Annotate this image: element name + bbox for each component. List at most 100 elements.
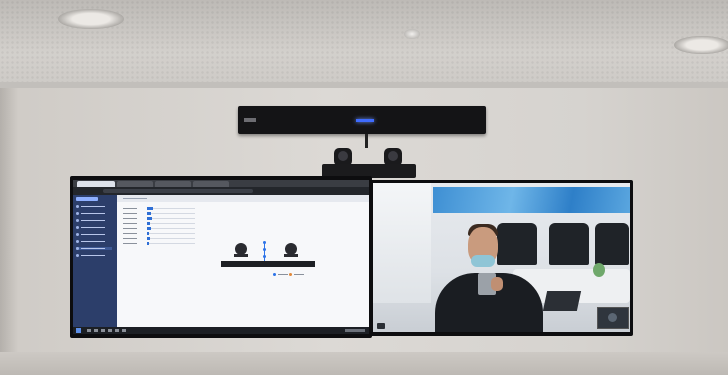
sidebar-item[interactable] <box>76 212 112 215</box>
row-track <box>147 243 195 244</box>
row-level-bar <box>147 237 150 240</box>
camera-lens <box>338 151 348 161</box>
sound-bar-icon[interactable] <box>221 261 315 267</box>
sidebar-item[interactable] <box>76 233 112 236</box>
device-list-row[interactable] <box>123 227 197 230</box>
sidebar-item-icon <box>76 205 79 208</box>
taskbar-app-icon[interactable] <box>101 329 105 332</box>
row-label <box>123 238 137 239</box>
sidebar-item-label <box>81 220 105 221</box>
sidebar-item-label <box>81 248 105 249</box>
diagram-node[interactable] <box>263 255 266 258</box>
os-taskbar <box>73 327 369 334</box>
taskbar-app-icon[interactable] <box>115 329 119 332</box>
chair <box>497 223 537 265</box>
row-level-bar <box>147 217 152 220</box>
row-label <box>123 223 137 224</box>
row-label <box>123 233 137 234</box>
app-logo <box>76 197 98 201</box>
device-list-row[interactable] <box>123 232 197 235</box>
chair <box>549 223 589 265</box>
device-list-row[interactable] <box>123 217 197 220</box>
sidebar-item-active[interactable] <box>76 247 112 250</box>
row-label <box>123 208 137 209</box>
diagram-link <box>264 243 265 263</box>
self-view-icon[interactable] <box>597 307 629 329</box>
app-header <box>117 195 369 202</box>
sidebar-item-icon <box>76 254 79 257</box>
sidebar-item-icon <box>76 212 79 215</box>
row-level-bar <box>147 212 151 215</box>
taskbar-clock <box>345 329 365 332</box>
wall-art <box>433 187 630 213</box>
breadcrumb <box>123 198 147 199</box>
remote-window <box>373 183 431 303</box>
participant-hand <box>491 277 503 291</box>
video-bar-logo <box>244 118 256 122</box>
left-screen <box>73 180 369 334</box>
diagram-node[interactable] <box>263 241 266 244</box>
camera-mount <box>284 254 298 257</box>
sidebar-item[interactable] <box>76 254 112 257</box>
device-list-row[interactable] <box>123 222 197 225</box>
browser-toolbar <box>73 187 369 195</box>
video-bar-led <box>356 119 374 122</box>
sidebar-item[interactable] <box>76 226 112 229</box>
taskbar-app-icon[interactable] <box>108 329 112 332</box>
sidebar-item[interactable] <box>76 205 112 208</box>
row-track <box>147 238 195 239</box>
row-label <box>123 243 137 244</box>
right-display <box>369 180 633 336</box>
app-sidebar <box>73 195 117 327</box>
row-level-bar <box>147 227 151 230</box>
diagram-node[interactable] <box>263 248 266 251</box>
conference-room-photo <box>0 0 728 375</box>
taskbar-app-icon[interactable] <box>122 329 126 332</box>
row-label <box>123 213 137 214</box>
row-level-bar <box>147 222 150 225</box>
wall-shadow <box>0 88 18 375</box>
taskbar-app-icon[interactable] <box>87 329 91 332</box>
video-bar <box>238 106 486 134</box>
sprinkler-icon <box>404 29 420 39</box>
row-track <box>147 213 195 214</box>
row-track <box>147 223 195 224</box>
sidebar-item[interactable] <box>76 240 112 243</box>
call-status-icon <box>377 323 385 329</box>
sidebar-item-icon <box>76 226 79 229</box>
legend-swatch <box>289 273 292 276</box>
sidebar-item-label <box>81 206 105 207</box>
sidebar-item-icon <box>76 240 79 243</box>
ceiling-light-icon <box>674 36 728 54</box>
legend-label <box>294 274 304 275</box>
row-level-bar <box>147 207 153 210</box>
device-list-row[interactable] <box>123 242 197 245</box>
sidebar-item-label <box>81 213 105 214</box>
device-diagram <box>221 241 315 277</box>
sidebar-item-label <box>81 234 105 235</box>
row-label <box>123 218 137 219</box>
sidebar-item-label <box>81 255 105 256</box>
device-list-row[interactable] <box>123 207 197 210</box>
sidebar-item[interactable] <box>76 219 112 222</box>
browser-tab-strip <box>73 180 369 187</box>
app-main-panel <box>117 195 369 327</box>
device-list-row[interactable] <box>123 237 197 240</box>
address-bar[interactable] <box>103 189 253 193</box>
ceiling-light-icon <box>58 9 124 29</box>
video-call-screen <box>373 183 630 332</box>
camera-mount <box>234 254 248 257</box>
device-list-row[interactable] <box>123 212 197 215</box>
self-view-avatar <box>608 313 617 322</box>
floor <box>0 352 728 375</box>
row-level-bar <box>147 242 149 245</box>
row-track <box>147 208 195 209</box>
legend-label <box>278 274 288 275</box>
sidebar-item-icon <box>76 247 79 250</box>
taskbar-app-icon[interactable] <box>94 329 98 332</box>
plant <box>593 263 605 277</box>
laptop <box>542 291 582 311</box>
start-icon[interactable] <box>76 328 81 333</box>
camera-cable <box>365 134 368 148</box>
row-track <box>147 218 195 219</box>
